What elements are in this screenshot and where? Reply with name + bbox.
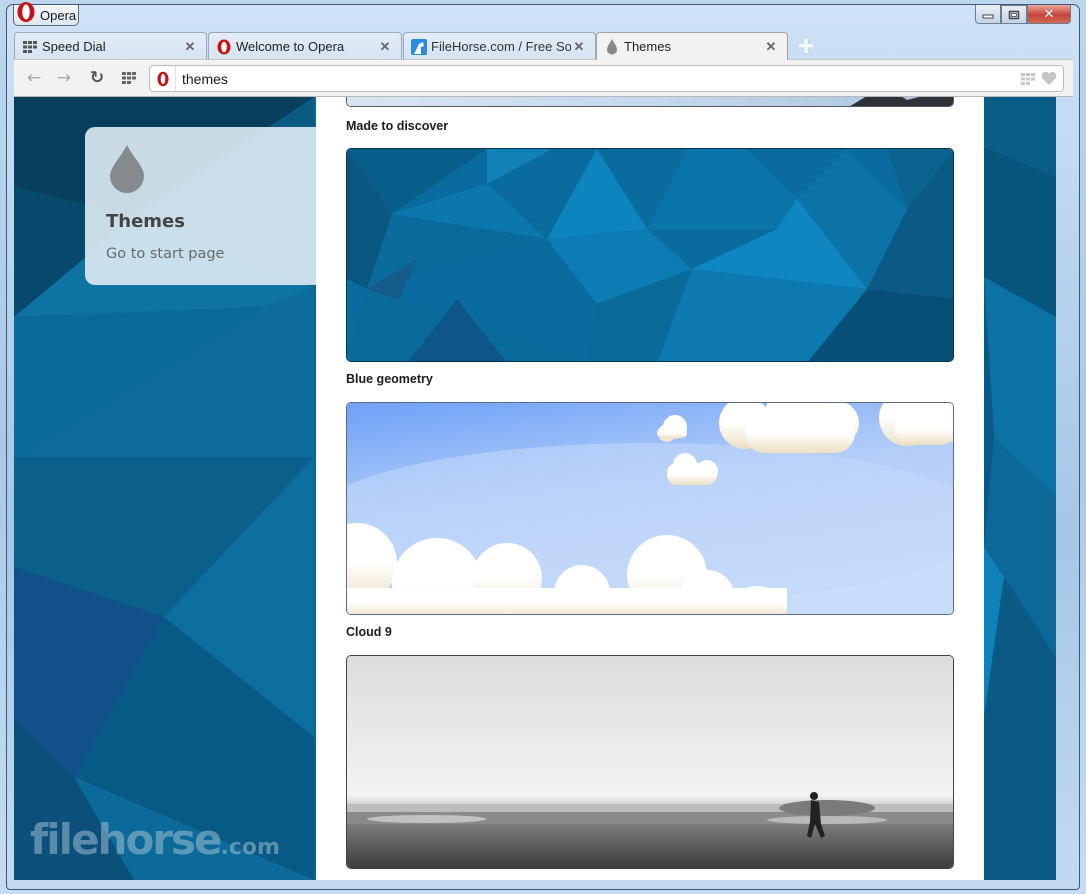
theme-image <box>347 97 953 106</box>
tab-label: Welcome to Opera <box>236 39 345 54</box>
plus-icon: ✚ <box>797 34 815 58</box>
heart-icon[interactable] <box>1041 71 1057 86</box>
theme-name: Cloud 9 <box>346 625 392 639</box>
minimize-icon <box>982 14 994 19</box>
tab-label: FileHorse.com / Free Softw <box>431 39 571 54</box>
speed-dial-icon <box>122 72 136 84</box>
tab-label: Themes <box>624 39 671 54</box>
drop-icon <box>604 38 620 55</box>
maximize-icon <box>1008 10 1020 19</box>
tab-speed-dial[interactable]: Speed Dial ✕ <box>14 32 207 60</box>
navigation-toolbar: ← → ↻ <box>14 59 1073 97</box>
close-window-button[interactable]: ✕ <box>1027 5 1071 24</box>
reload-icon: ↻ <box>89 68 105 88</box>
close-icon: ✕ <box>1043 6 1055 22</box>
address-bar <box>149 65 1064 92</box>
window-controls: ✕ <box>975 5 1071 24</box>
themes-sidebar-card: Themes Go to start page <box>85 127 317 285</box>
tab-close-icon[interactable]: ✕ <box>377 39 393 55</box>
themes-list: Made to discover Blue geometry Cloud 9 <box>316 97 984 880</box>
opera-logo-icon <box>216 39 232 55</box>
arrow-right-icon: → <box>56 68 72 88</box>
theme-image <box>347 149 953 361</box>
tab-filehorse[interactable]: FileHorse.com / Free Softw ✕ <box>403 32 596 60</box>
theme-image <box>347 656 953 868</box>
reload-button[interactable]: ↻ <box>87 68 107 88</box>
tab-close-icon[interactable]: ✕ <box>763 39 779 55</box>
filehorse-icon <box>411 38 427 55</box>
page-viewport: Themes Go to start page filehorse.com Ma… <box>14 97 1056 880</box>
new-tab-button[interactable]: ✚ <box>796 36 816 56</box>
theme-thumbnail-made-to-discover[interactable] <box>346 97 954 107</box>
arrow-left-icon: ← <box>26 68 42 88</box>
drop-icon <box>110 145 144 193</box>
maximize-button[interactable] <box>1001 5 1027 24</box>
tab-close-icon[interactable]: ✕ <box>571 39 587 55</box>
speed-dial-button[interactable] <box>119 69 139 87</box>
theme-thumbnail-cloud-9[interactable] <box>346 402 954 615</box>
sidebar-title: Themes <box>106 211 185 232</box>
theme-name: Made to discover <box>346 119 449 133</box>
watermark-suffix: .com <box>220 835 280 860</box>
address-bar-actions <box>1021 71 1057 86</box>
theme-thumbnail-beach[interactable] <box>346 655 954 869</box>
tab-label: Speed Dial <box>42 39 106 54</box>
forward-button[interactable]: → <box>54 68 74 88</box>
opera-logo-icon <box>16 2 36 22</box>
theme-name: Blue geometry <box>346 372 433 386</box>
back-button[interactable]: ← <box>24 68 44 88</box>
tab-strip: Speed Dial ✕ Welcome to Opera ✕ FileHors… <box>14 32 1074 60</box>
theme-image <box>347 403 953 614</box>
speed-dial-add-icon[interactable] <box>1021 72 1035 85</box>
opera-logo-icon <box>150 66 176 91</box>
theme-thumbnail-blue-geometry[interactable] <box>346 148 954 362</box>
opera-menu-button[interactable]: Opera <box>13 2 79 26</box>
address-input[interactable] <box>182 70 1021 87</box>
go-to-start-page-link[interactable]: Go to start page <box>106 246 224 262</box>
minimize-button[interactable] <box>975 5 1001 24</box>
watermark-text: filehorse <box>30 815 223 864</box>
speed-dial-icon <box>22 39 38 55</box>
tab-themes[interactable]: Themes ✕ <box>596 32 788 60</box>
filehorse-watermark: filehorse.com <box>30 815 280 864</box>
tab-close-icon[interactable]: ✕ <box>182 39 198 55</box>
opera-menu-label: Opera <box>40 7 77 23</box>
tab-welcome-to-opera[interactable]: Welcome to Opera ✕ <box>208 32 402 60</box>
